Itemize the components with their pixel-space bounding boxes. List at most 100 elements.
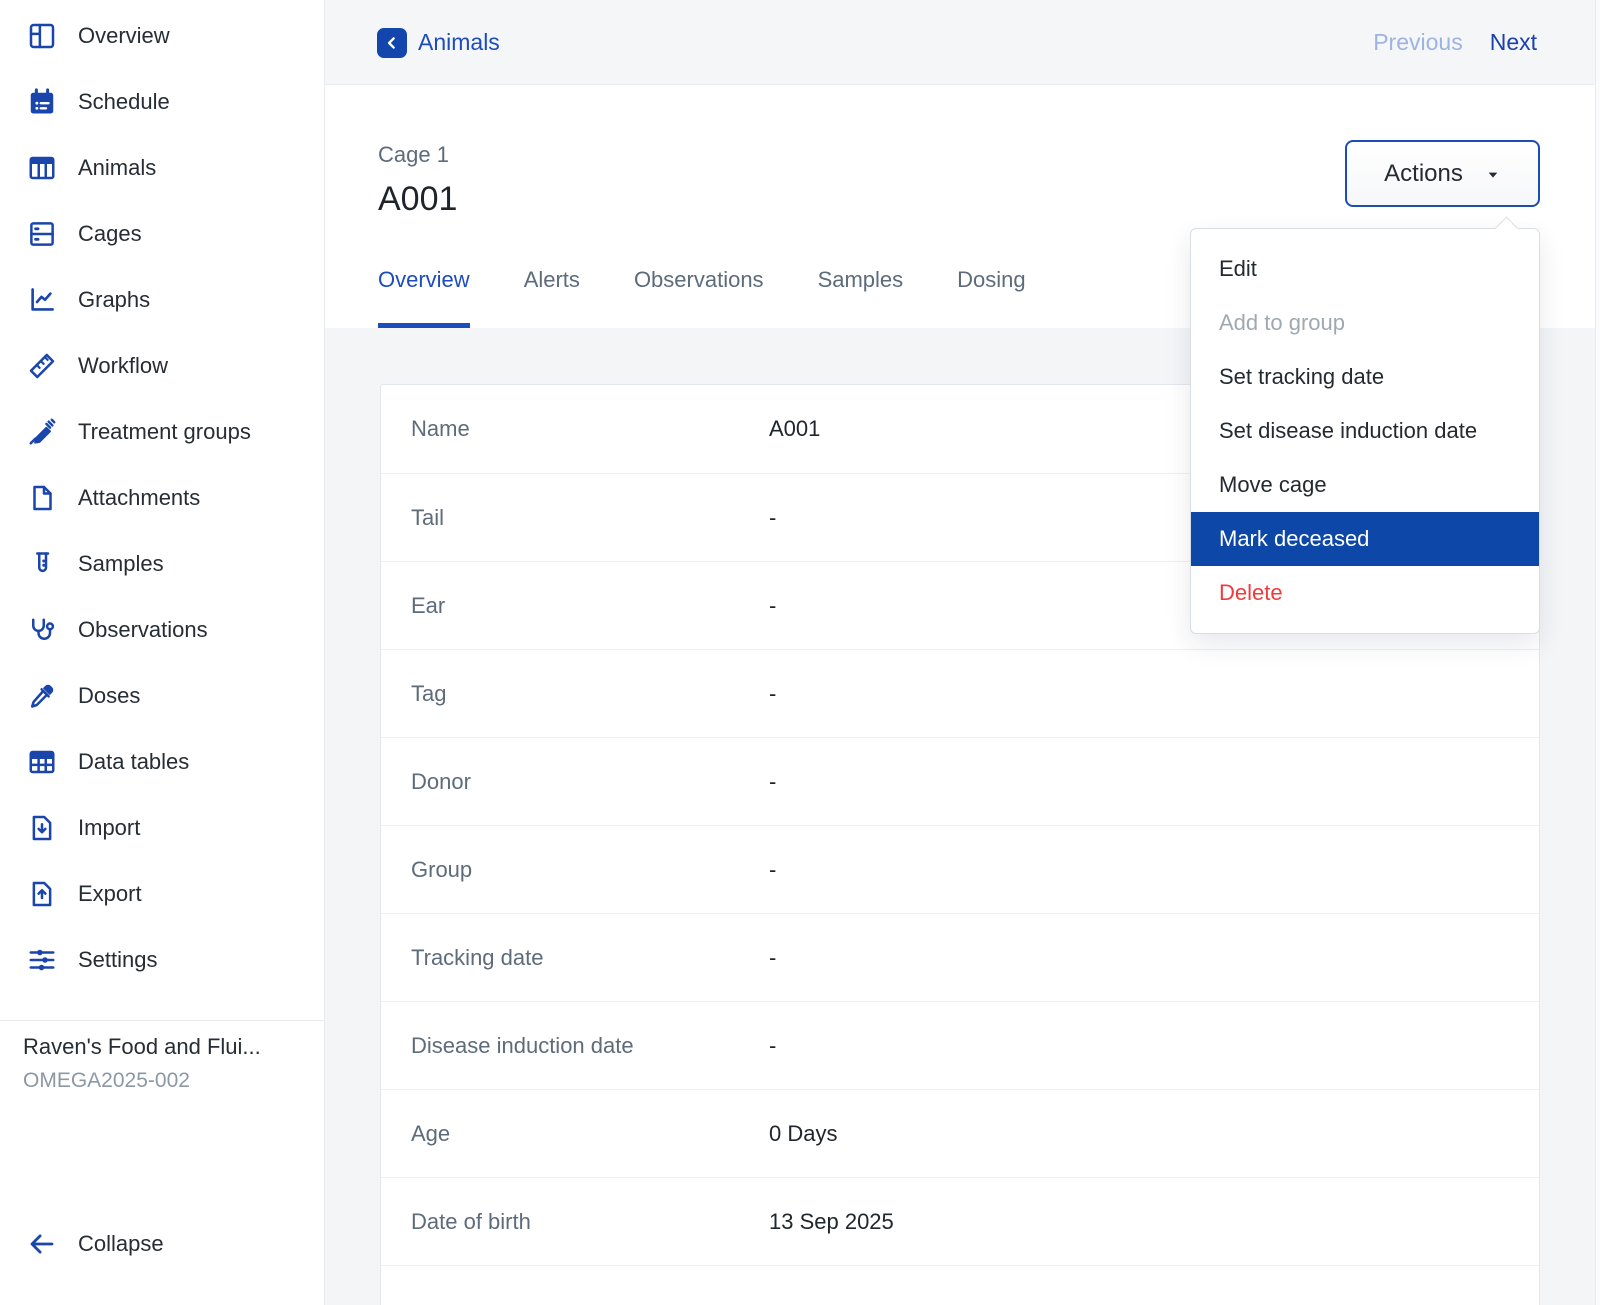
sidebar-item-label: Treatment groups [78, 419, 251, 444]
sidebar-item-label: Overview [78, 23, 170, 48]
animals-icon [27, 153, 57, 183]
table-row: Date of birth 13 Sep 2025 [381, 1177, 1539, 1265]
sliders-icon [27, 945, 57, 975]
row-value: - [769, 856, 777, 882]
row-label: Donor [411, 768, 471, 794]
scrollbar[interactable] [1595, 0, 1600, 1305]
table-row: Donor - [381, 737, 1539, 825]
actions-menu: Edit Add to group Set tracking date Set … [1190, 228, 1540, 634]
menu-item-mark-deceased[interactable]: Mark deceased [1191, 512, 1539, 566]
row-label: Age [411, 1120, 451, 1146]
row-value: - [769, 504, 777, 530]
row-value: A001 [769, 416, 821, 441]
sidebar-item-label: Samples [78, 551, 164, 576]
sidebar-item-overview[interactable]: Overview [0, 3, 324, 69]
actions-button-label: Actions [1384, 159, 1463, 187]
sidebar-item-label: Observations [78, 617, 208, 642]
graphs-icon [27, 285, 57, 315]
menu-item-set-tracking-date[interactable]: Set tracking date [1191, 350, 1539, 404]
row-value: - [769, 1032, 777, 1058]
tab-observations[interactable]: Observations [634, 267, 764, 328]
previous-link[interactable]: Previous [1373, 29, 1462, 56]
actions-button[interactable]: Actions [1345, 140, 1540, 207]
topbar: Animals Previous Next [325, 0, 1595, 85]
sidebar-nav: Overview Schedule Animals Cages Graphs W… [0, 3, 324, 993]
dropper-icon [27, 681, 57, 711]
sidebar-item-schedule[interactable]: Schedule [0, 69, 324, 135]
sidebar-item-label: Doses [78, 683, 141, 708]
document-icon [27, 483, 57, 513]
sidebar-item-doses[interactable]: Doses [0, 663, 324, 729]
schedule-icon [27, 87, 57, 117]
table-row-partial [381, 1265, 1539, 1305]
tab-alerts[interactable]: Alerts [524, 267, 580, 328]
sidebar-item-label: Cages [78, 221, 142, 246]
menu-item-set-disease-induction-date[interactable]: Set disease induction date [1191, 404, 1539, 458]
collapse-button[interactable]: Collapse [0, 1211, 324, 1277]
sidebar-item-label: Animals [78, 155, 157, 180]
next-link[interactable]: Next [1490, 29, 1537, 56]
row-value: - [769, 768, 777, 794]
sidebar-item-label: Graphs [78, 287, 151, 312]
study-name: Raven's Food and Flui... [23, 1034, 261, 1059]
study-info[interactable]: Raven's Food and Flui... OMEGA2025-002 [23, 1034, 310, 1094]
row-label: Disease induction date [411, 1032, 634, 1058]
workflow-icon [27, 351, 57, 381]
sidebar-item-treatment-groups[interactable]: Treatment groups [0, 399, 324, 465]
back-button[interactable] [377, 27, 407, 58]
table-grid-icon [27, 747, 57, 777]
table-row: Age 0 Days [381, 1089, 1539, 1177]
row-value: - [769, 680, 777, 706]
collapse-label: Collapse [78, 1231, 164, 1256]
sidebar-item-observations[interactable]: Observations [0, 597, 324, 663]
row-label: Tag [411, 680, 447, 706]
sidebar-item-attachments[interactable]: Attachments [0, 465, 324, 531]
row-value: 0 Days [769, 1120, 838, 1146]
sidebar-item-label: Data tables [78, 749, 190, 774]
sidebar-item-label: Attachments [78, 485, 201, 510]
tab-samples[interactable]: Samples [818, 267, 904, 328]
file-export-icon [27, 879, 57, 909]
sidebar-item-cages[interactable]: Cages [0, 201, 324, 267]
row-label: Name [411, 416, 470, 441]
sidebar-item-animals[interactable]: Animals [0, 135, 324, 201]
syringe-icon [27, 417, 57, 447]
menu-item-add-to-group: Add to group [1219, 310, 1345, 335]
table-row: Tag - [381, 649, 1539, 737]
app: Overview Schedule Animals Cages Graphs W… [0, 0, 1600, 1305]
table-row: Disease induction date - [381, 1001, 1539, 1089]
menu-item-edit[interactable]: Edit [1191, 242, 1539, 296]
file-import-icon [27, 813, 57, 843]
sidebar-item-settings[interactable]: Settings [0, 927, 324, 993]
sidebar-item-label: Export [78, 881, 142, 906]
stethoscope-icon [27, 615, 57, 645]
cage-label: Cage 1 [378, 142, 449, 167]
sidebar-item-samples[interactable]: Samples [0, 531, 324, 597]
sidebar-item-export[interactable]: Export [0, 861, 324, 927]
tab-dosing[interactable]: Dosing [957, 267, 1025, 328]
row-label: Tail [411, 504, 445, 530]
breadcrumb[interactable]: Animals [377, 0, 500, 85]
row-label: Group [411, 856, 473, 882]
sidebar-item-graphs[interactable]: Graphs [0, 267, 324, 333]
table-row: Group - [381, 825, 1539, 913]
row-label: Date of birth [411, 1208, 531, 1234]
row-value: - [769, 592, 777, 618]
sidebar-item-data-tables[interactable]: Data tables [0, 729, 324, 795]
tab-overview[interactable]: Overview [378, 267, 470, 328]
arrow-left-icon [27, 1229, 57, 1259]
menu-item-move-cage[interactable]: Move cage [1191, 458, 1539, 512]
tab-bar: Overview Alerts Observations Samples Dos… [378, 267, 1026, 328]
menu-item-delete[interactable]: Delete [1191, 566, 1539, 620]
sidebar-item-label: Import [78, 815, 141, 840]
caret-down-icon [1488, 172, 1498, 178]
table-row: Tracking date - [381, 913, 1539, 1001]
row-label: Ear [411, 592, 446, 618]
sidebar-item-import[interactable]: Import [0, 795, 324, 861]
page-title: A001 [378, 180, 458, 218]
overview-icon [27, 21, 57, 51]
sidebar: Overview Schedule Animals Cages Graphs W… [0, 0, 325, 1305]
sidebar-item-workflow[interactable]: Workflow [0, 333, 324, 399]
sidebar-item-label: Settings [78, 947, 158, 972]
sidebar-divider [0, 1020, 324, 1021]
